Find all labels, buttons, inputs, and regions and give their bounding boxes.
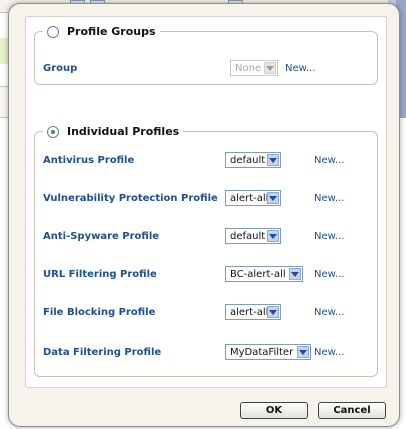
- profile-groups-fieldset: Profile Groups Group None New...: [34, 25, 378, 85]
- file-blocking-profile-label: File Blocking Profile: [43, 307, 156, 318]
- dialog-content-panel: Profile Groups Group None New... Individ…: [25, 16, 387, 388]
- vulnerability-profile-new-link[interactable]: New...: [314, 193, 344, 204]
- file-blocking-profile-row: File Blocking Profile alert-all New...: [35, 304, 377, 322]
- chevron-down-icon: [267, 230, 279, 242]
- anti-spyware-profile-row: Anti-Spyware Profile default New...: [35, 228, 377, 246]
- data-filtering-profile-value: MyDataFilter: [230, 347, 294, 358]
- anti-spyware-profile-select[interactable]: default: [225, 228, 281, 244]
- vulnerability-profile-row: Vulnerability Protection Profile alert-a…: [35, 190, 377, 208]
- data-filtering-profile-row: Data Filtering Profile MyDataFilter New.…: [35, 344, 377, 362]
- url-filtering-profile-value: BC-alert-all: [230, 269, 286, 280]
- chevron-down-icon: [267, 192, 279, 204]
- profile-groups-radio[interactable]: [47, 25, 59, 38]
- data-filtering-profile-select[interactable]: MyDataFilter: [225, 344, 311, 360]
- chevron-down-icon: [264, 62, 276, 74]
- antivirus-profile-value: default: [230, 155, 266, 166]
- url-filtering-profile-row: URL Filtering Profile BC-alert-all New..…: [35, 266, 377, 284]
- group-select[interactable]: None: [230, 60, 278, 76]
- file-blocking-profile-value: alert-all: [230, 307, 269, 318]
- group-select-value: None: [235, 63, 262, 74]
- individual-profiles-fieldset: Individual Profiles Antivirus Profile de…: [34, 125, 378, 377]
- antivirus-profile-new-link[interactable]: New...: [314, 155, 344, 166]
- url-filtering-profile-select[interactable]: BC-alert-all: [225, 266, 303, 282]
- cancel-button[interactable]: Cancel: [318, 402, 386, 419]
- file-blocking-profile-select[interactable]: alert-all: [225, 304, 281, 320]
- url-filtering-profile-new-link[interactable]: New...: [314, 269, 344, 280]
- group-row: Group None New...: [35, 60, 377, 78]
- profile-groups-label: Profile Groups: [67, 25, 156, 38]
- profile-groups-legend[interactable]: Profile Groups: [43, 25, 160, 38]
- antivirus-profile-select[interactable]: default: [225, 152, 281, 168]
- vulnerability-profile-select[interactable]: alert-all: [225, 190, 281, 206]
- group-new-link[interactable]: New...: [285, 63, 315, 74]
- url-filtering-profile-label: URL Filtering Profile: [43, 269, 157, 280]
- chevron-down-icon: [267, 154, 279, 166]
- vulnerability-profile-label: Vulnerability Protection Profile: [43, 193, 218, 204]
- anti-spyware-profile-new-link[interactable]: New...: [314, 231, 344, 242]
- data-filtering-profile-label: Data Filtering Profile: [43, 347, 162, 358]
- file-blocking-profile-new-link[interactable]: New...: [314, 307, 344, 318]
- antivirus-profile-label: Antivirus Profile: [43, 155, 135, 166]
- chevron-down-icon: [297, 346, 309, 358]
- anti-spyware-profile-value: default: [230, 231, 266, 242]
- group-label: Group: [43, 63, 78, 74]
- chevron-down-icon: [267, 306, 279, 318]
- individual-profiles-label: Individual Profiles: [67, 125, 180, 138]
- antivirus-profile-row: Antivirus Profile default New...: [35, 152, 377, 170]
- chevron-down-icon: [289, 268, 301, 280]
- profiles-dialog: Profile Groups Group None New... Individ…: [8, 3, 400, 427]
- data-filtering-profile-new-link[interactable]: New...: [314, 347, 344, 358]
- individual-profiles-legend[interactable]: Individual Profiles: [43, 125, 183, 138]
- anti-spyware-profile-label: Anti-Spyware Profile: [43, 231, 160, 242]
- individual-profiles-radio[interactable]: [47, 125, 59, 138]
- vulnerability-profile-value: alert-all: [230, 193, 269, 204]
- ok-button[interactable]: OK: [240, 402, 308, 419]
